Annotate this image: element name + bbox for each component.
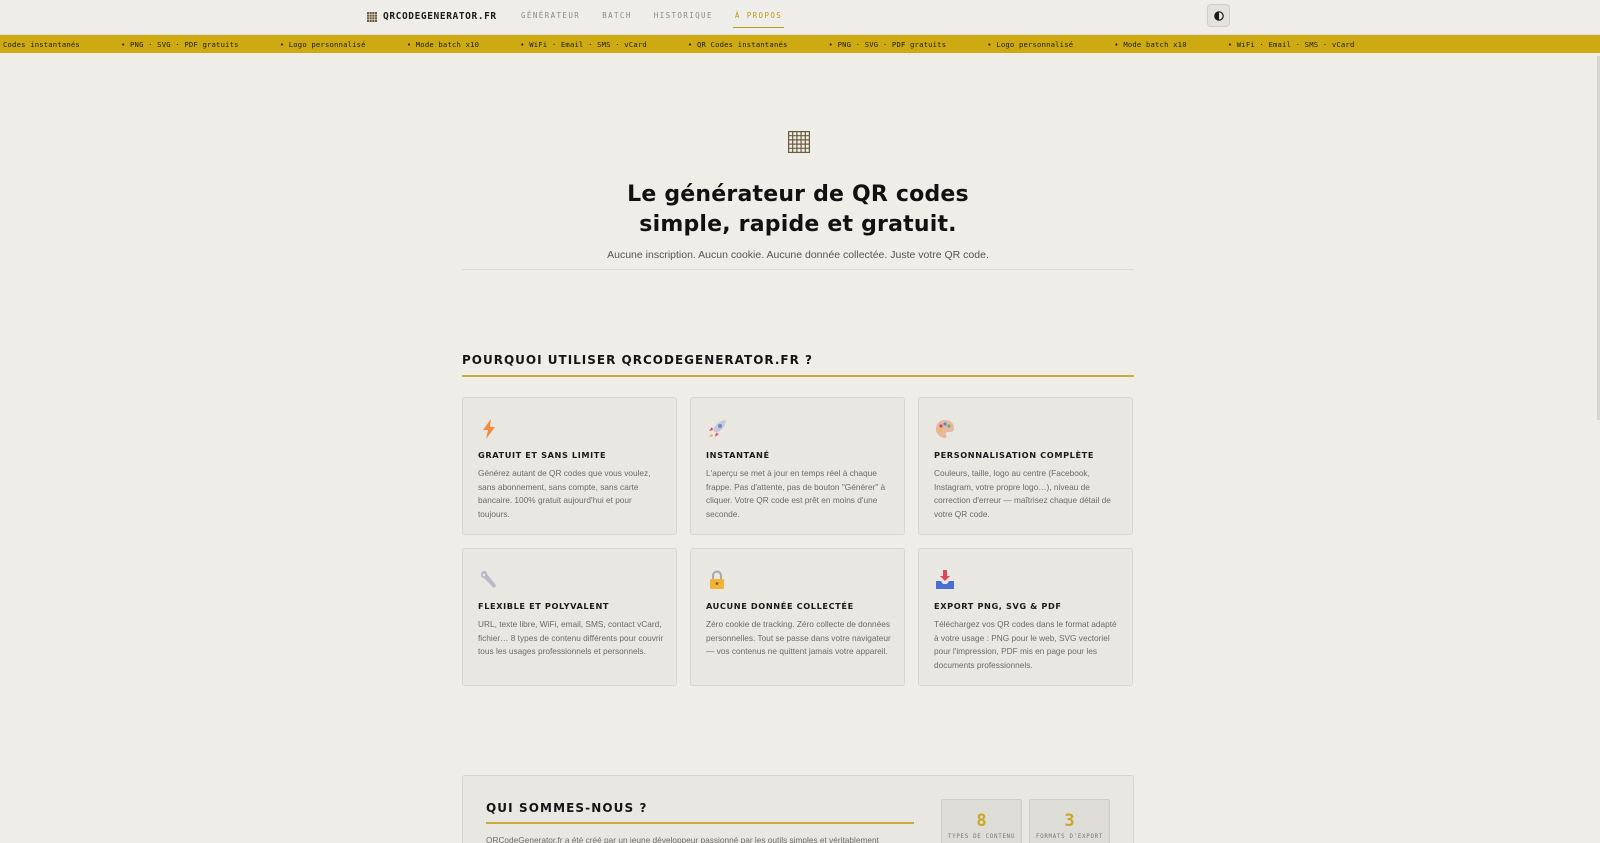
feature-ticker: Codes instantanés • PNG · SVG · PDF grat… xyxy=(0,35,1600,53)
theme-toggle-button[interactable] xyxy=(1207,4,1230,27)
hero-subtitle: Aucune inscription. Aucun cookie. Aucune… xyxy=(607,249,989,261)
hero-title-line: simple, rapide et gratuit. xyxy=(639,212,957,237)
lock-icon xyxy=(710,570,724,589)
feature-card: PERSONNALISATION COMPLÈTE Couleurs, tail… xyxy=(918,397,1133,535)
feature-card: AUCUNE DONNÉE COLLECTÉE Zéro cookie de t… xyxy=(690,548,905,686)
stat-number: 8 xyxy=(976,811,987,831)
feature-card-text: Générez autant de QR codes que vous voul… xyxy=(478,468,651,519)
feature-card-title: GRATUIT ET SANS LIMITE xyxy=(478,450,607,460)
about-text: QRCodeGenerator.fr a été créé par un jeu… xyxy=(486,835,879,843)
top-navbar: QRCODEGENERATOR.FR GÉNÉRATEUR BATCH HIST… xyxy=(0,0,1600,35)
about-title: QUI SOMMES-NOUS ? xyxy=(486,801,648,815)
hero-title: Le générateur de QR codes simple, rapide… xyxy=(450,180,1146,240)
divider xyxy=(462,269,1134,270)
feature-card-title: INSTANTANÉ xyxy=(706,450,770,460)
feature-card: GRATUIT ET SANS LIMITE Générez autant de… xyxy=(462,397,677,535)
ticker-item: • QR Codes instantanés xyxy=(687,40,788,49)
nav-link-historique[interactable]: HISTORIQUE xyxy=(654,11,713,25)
nav-link-a-propos[interactable]: À PROPOS xyxy=(732,11,785,28)
palette-icon xyxy=(936,420,954,438)
feature-card-title: EXPORT PNG, SVG & PDF xyxy=(934,601,1062,611)
ticker-item: • PNG · SVG · PDF gratuits xyxy=(120,40,239,49)
logo-text: QRCODEGENERATOR.FR xyxy=(383,11,497,22)
ticker-track: Codes instantanés • PNG · SVG · PDF grat… xyxy=(3,40,1395,49)
about-section: QUI SOMMES-NOUS ? QRCodeGenerator.fr a é… xyxy=(462,775,1134,843)
feature-card-text: Couleurs, taille, logo au centre (Facebo… xyxy=(934,468,1111,519)
stat-card: 8 TYPES DE CONTENU xyxy=(941,799,1022,843)
site-logo[interactable]: QRCODEGENERATOR.FR xyxy=(367,11,497,22)
qr-grid-icon xyxy=(367,11,377,22)
feature-card: EXPORT PNG, SVG & PDF Téléchargez vos QR… xyxy=(918,548,1133,686)
qr-grid-icon xyxy=(788,131,810,153)
wrench-icon xyxy=(480,570,496,588)
ticker-item: • WiFi · Email · SMS · vCard xyxy=(520,40,647,49)
hero-title-line: Le générateur de QR codes xyxy=(627,182,969,207)
ticker-item: • Mode batch x10 xyxy=(1114,40,1187,49)
feature-card-text: URL, texte libre, WiFi, email, SMS, cont… xyxy=(478,619,664,657)
nav-link-batch[interactable]: BATCH xyxy=(602,11,632,25)
divider xyxy=(462,375,1134,377)
ticker-item: • Logo personnalisé xyxy=(987,40,1074,49)
rocket-icon xyxy=(709,420,726,437)
ticker-item: • WiFi · Email · SMS · vCard xyxy=(1227,40,1355,49)
feature-card: FLEXIBLE ET POLYVALENT URL, texte libre,… xyxy=(462,548,677,686)
stat-card: 3 FORMATS D'EXPORT xyxy=(1029,799,1110,843)
half-circle-icon xyxy=(1213,10,1224,21)
nav-links: GÉNÉRATEUR BATCH HISTORIQUE À PROPOS xyxy=(521,11,804,28)
ticker-item: • PNG · SVG · PDF gratuits xyxy=(828,40,947,49)
feature-card-text: L'aperçu se met à jour en temps réel à c… xyxy=(706,468,886,519)
feature-card-title: PERSONNALISATION COMPLÈTE xyxy=(934,450,1095,460)
feature-card-text: Téléchargez vos QR codes dans le format … xyxy=(934,619,1117,670)
ticker-item: • Mode batch x10 xyxy=(406,40,480,49)
ticker-item: Codes instantanés xyxy=(3,40,80,49)
feature-card-title: FLEXIBLE ET POLYVALENT xyxy=(478,601,610,611)
stat-number: 3 xyxy=(1064,811,1075,831)
stat-label: FORMATS D'EXPORT xyxy=(1035,834,1104,840)
inbox-tray-icon xyxy=(936,570,954,589)
ticker-item: • Logo personnalisé xyxy=(279,40,366,49)
features-title: POURQUOI UTILISER QRCODEGENERATOR.FR ? xyxy=(462,353,814,367)
divider xyxy=(486,822,914,824)
feature-card-text: Zéro cookie de tracking. Zéro collecte d… xyxy=(706,619,891,657)
feature-card-title: AUCUNE DONNÉE COLLECTÉE xyxy=(706,601,854,611)
nav-link-generateur[interactable]: GÉNÉRATEUR xyxy=(521,11,580,25)
stat-label: TYPES DE CONTENU xyxy=(947,834,1016,840)
feature-card: INSTANTANÉ L'aperçu se met à jour en tem… xyxy=(690,397,905,535)
lightning-icon xyxy=(483,419,495,439)
